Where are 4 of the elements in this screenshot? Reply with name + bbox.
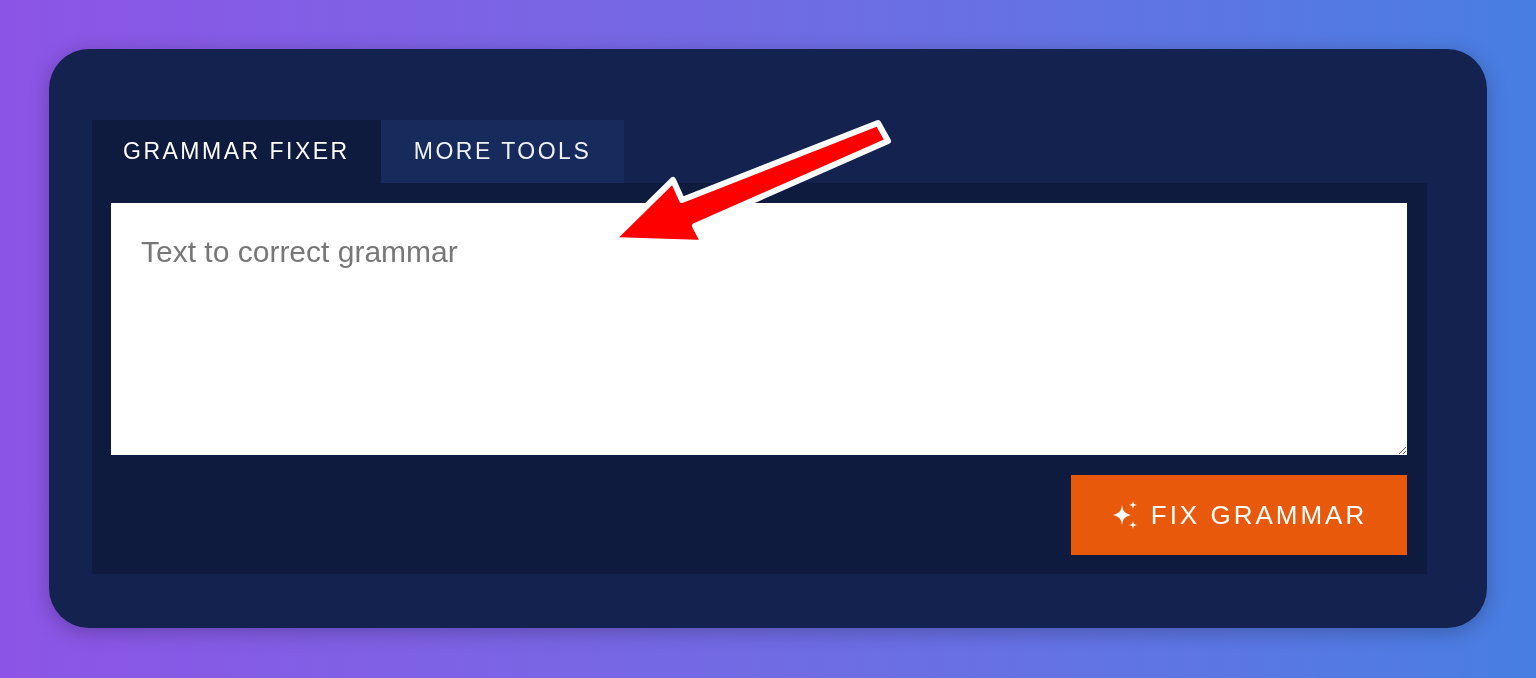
tab[interactable]: MORE TOOLS	[380, 120, 625, 183]
text-input-field[interactable]: Text to correct grammar	[111, 203, 1407, 455]
fix-grammar-button[interactable]: FIX GRAMMAR	[1071, 475, 1407, 555]
tab[interactable]: GRAMMAR FIXER	[92, 120, 381, 183]
